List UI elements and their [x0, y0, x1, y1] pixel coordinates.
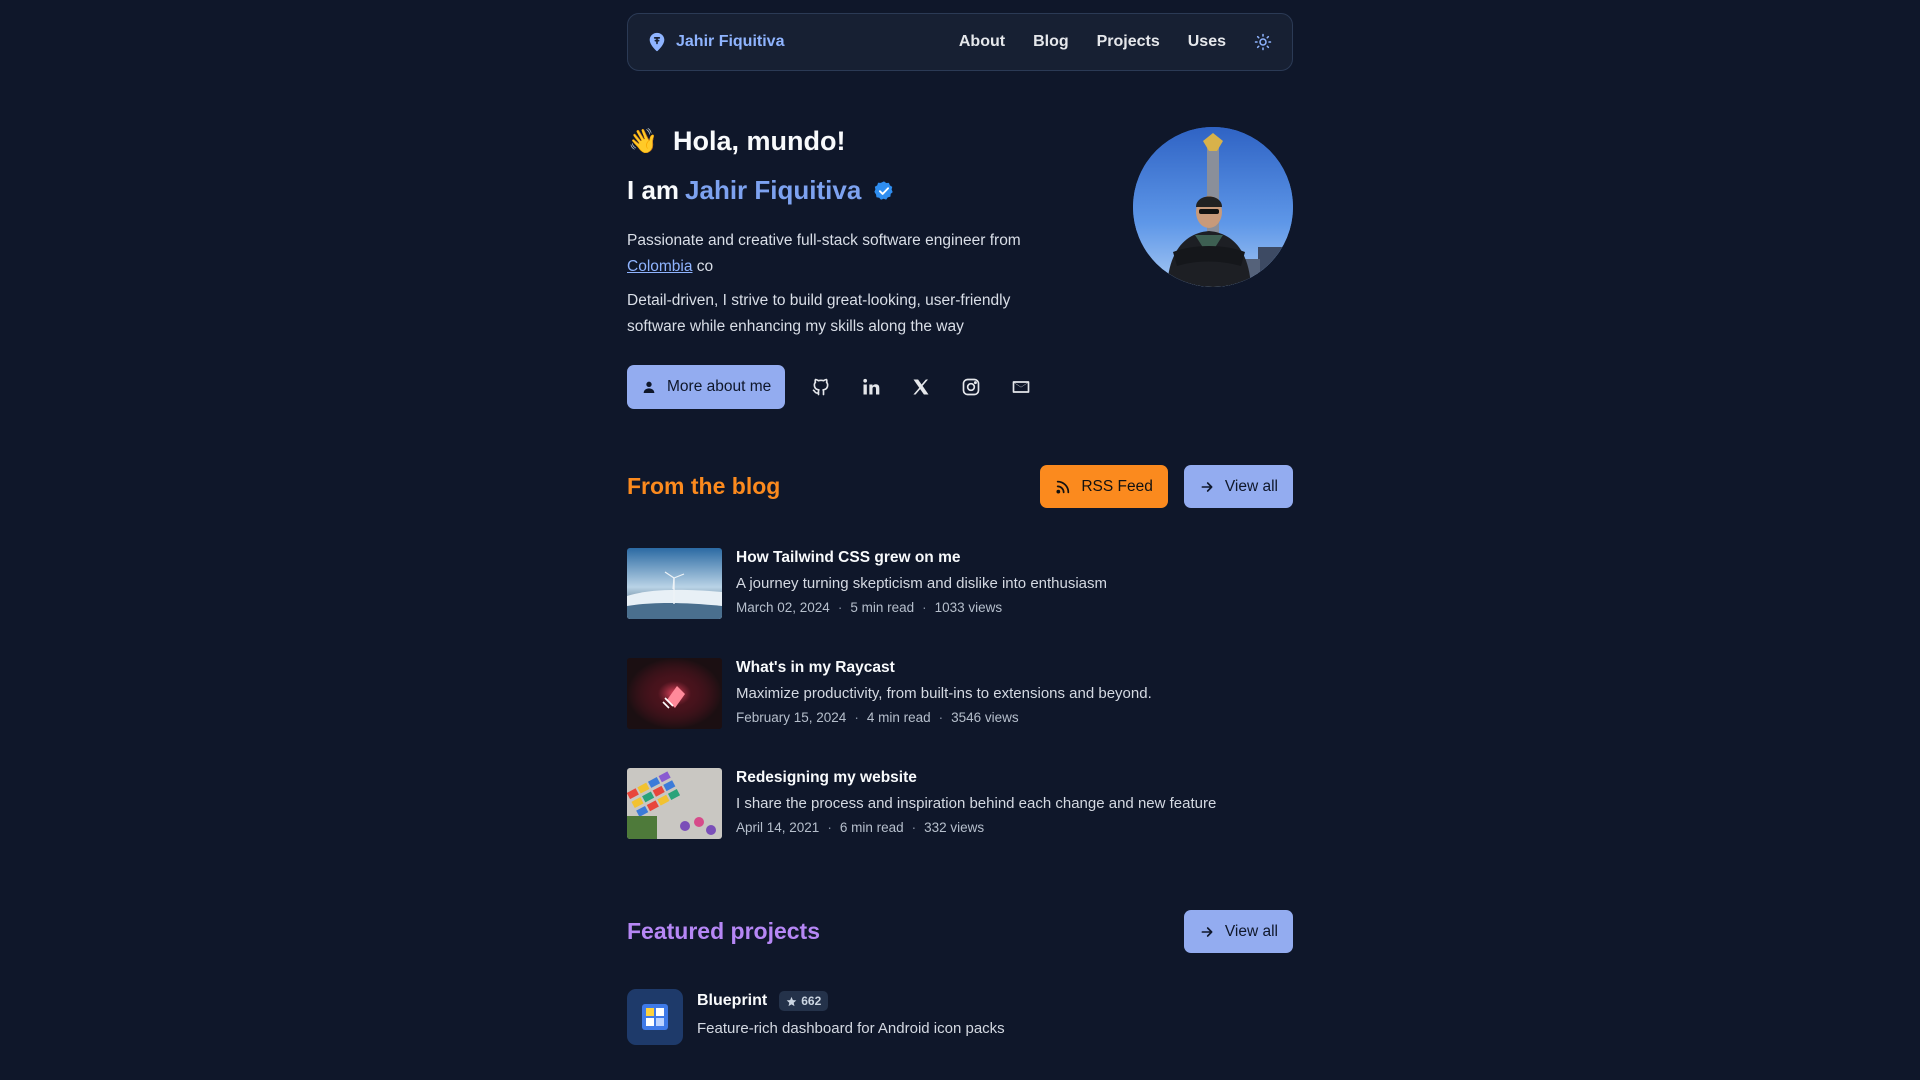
post-meta: April 14, 2021 · 6 min read · 332 views [736, 820, 1216, 835]
post-date: March 02, 2024 [736, 600, 830, 615]
project-body: Blueprint 662 Feature-rich dashboard for… [697, 989, 1005, 1037]
github-icon [812, 378, 829, 396]
post-thumbnail [627, 548, 722, 619]
wave-emoji: 👋 [628, 128, 658, 155]
blog-post-item[interactable]: What's in my Raycast Maximize productivi… [627, 658, 1293, 730]
star-count: 662 [801, 994, 822, 1008]
separator-dot: · [911, 820, 917, 835]
bio-text: Passionate and creative full-stack softw… [627, 232, 1021, 249]
separator-dot: · [837, 600, 843, 615]
separator-dot: · [854, 710, 859, 725]
intro-name: Jahir Fiquitiva [685, 175, 862, 205]
intro-prefix: I am [627, 175, 680, 205]
nav-link-about[interactable]: About [959, 33, 1005, 51]
blog-section-header: From the blog RSS Feed View all [627, 465, 1293, 508]
bio-paragraph-2: Detail-driven, I strive to build great-l… [627, 292, 1011, 335]
projects-view-all-button[interactable]: View all [1183, 910, 1293, 953]
blog-post-item[interactable]: How Tailwind CSS grew on me A journey tu… [627, 548, 1293, 620]
mail-icon [1012, 381, 1030, 393]
email-link[interactable] [1007, 373, 1035, 401]
arrow-right-icon [1201, 481, 1213, 492]
blog-section-actions: RSS Feed View all [1040, 465, 1293, 508]
country-flag: co [696, 258, 714, 275]
post-views: 3546 views [951, 710, 1019, 725]
rss-icon [1056, 480, 1070, 494]
project-title: Blueprint [697, 992, 768, 1009]
post-read-time: 4 min read [866, 710, 931, 725]
top-navbar: Jahir Fiquitiva About Blog Projects Uses [627, 13, 1293, 71]
country-link[interactable]: Colombia [627, 258, 692, 275]
logo-icon [649, 32, 665, 52]
nav-links: About Blog Projects Uses [959, 31, 1274, 53]
separator-dot: · [938, 710, 944, 725]
project-item[interactable]: Blueprint 662 Feature-rich dashboard for… [627, 989, 1005, 1045]
avatar-photo [1133, 127, 1293, 287]
post-description: Maximize productivity, from built-ins to… [736, 685, 1152, 702]
theme-toggle-button[interactable] [1252, 31, 1274, 53]
post-title: Redesigning my website [736, 769, 917, 786]
projects-view-all-label: View all [1224, 922, 1278, 940]
post-title: What's in my Raycast [736, 659, 895, 676]
instagram-icon [962, 378, 980, 396]
x-link[interactable] [907, 373, 935, 401]
post-thumbnail [627, 768, 722, 839]
post-meta: March 02, 2024 · 5 min read · 1033 views [736, 600, 1107, 615]
projects-section-actions: View all [1183, 910, 1293, 953]
greeting-heading: Hola, mundo! [673, 126, 846, 156]
instagram-link[interactable] [957, 373, 985, 401]
project-description: Feature-rich dashboard for Android icon … [697, 1020, 1005, 1037]
post-thumbnail [627, 658, 722, 729]
linkedin-link[interactable] [857, 373, 885, 401]
nav-link-projects[interactable]: Projects [1097, 33, 1160, 51]
rss-feed-button[interactable]: RSS Feed [1040, 465, 1168, 508]
avatar [1133, 127, 1293, 287]
bio-paragraph-1: Passionate and creative full-stack softw… [627, 228, 1047, 280]
post-meta: February 15, 2024 · 4 min read · 3546 vi… [736, 710, 1152, 725]
post-description: A journey turning skepticism and dislike… [736, 575, 1108, 592]
projects-section-header: Featured projects View all [627, 910, 1293, 953]
blog-view-all-button[interactable]: View all [1183, 465, 1293, 508]
person-icon [643, 381, 655, 393]
star-count-badge: 662 [779, 991, 829, 1011]
linkedin-icon [863, 378, 880, 395]
more-about-me-label: More about me [667, 378, 772, 395]
blog-post-item[interactable]: Redesigning my website I share the proce… [627, 768, 1293, 840]
post-read-time: 5 min read [850, 600, 915, 615]
blueprint-icon [627, 989, 683, 1045]
post-date: April 14, 2021 [736, 820, 820, 835]
more-about-me-button[interactable]: More about me [627, 365, 786, 409]
hero-actions: More about me [627, 365, 1035, 409]
separator-dot: · [827, 820, 832, 835]
nav-link-blog[interactable]: Blog [1033, 33, 1069, 51]
greeting: 👋 Hola, mundo! [627, 126, 845, 157]
brand-link[interactable]: Jahir Fiquitiva [646, 31, 784, 53]
verified-badge-icon [874, 180, 894, 200]
blog-section-title: From the blog [627, 473, 781, 499]
github-link[interactable] [807, 373, 835, 401]
separator-dot: · [922, 600, 927, 615]
rss-feed-label: RSS Feed [1081, 477, 1153, 495]
blog-view-all-label: View all [1224, 477, 1278, 495]
project-title-row: Blueprint 662 [697, 991, 1005, 1011]
post-description: I share the process and inspiration behi… [736, 795, 1217, 812]
arrow-right-icon [1201, 926, 1213, 937]
x-icon [913, 379, 929, 395]
projects-section-title: Featured projects [627, 918, 820, 944]
nav-link-uses[interactable]: Uses [1188, 33, 1226, 51]
brand-name: Jahir Fiquitiva [676, 33, 785, 50]
post-body: Redesigning my website I share the proce… [736, 768, 1216, 840]
post-views: 1033 views [934, 600, 1003, 615]
post-views: 332 views [924, 820, 985, 835]
post-body: What's in my Raycast Maximize productivi… [736, 658, 1152, 730]
post-read-time: 6 min read [839, 820, 904, 835]
post-date: February 15, 2024 [736, 710, 847, 725]
post-body: How Tailwind CSS grew on me A journey tu… [736, 548, 1107, 620]
sun-icon [1254, 33, 1272, 51]
post-title: How Tailwind CSS grew on me [736, 549, 961, 566]
intro-heading: I am Jahir Fiquitiva [627, 175, 895, 206]
star-icon [786, 996, 797, 1006]
